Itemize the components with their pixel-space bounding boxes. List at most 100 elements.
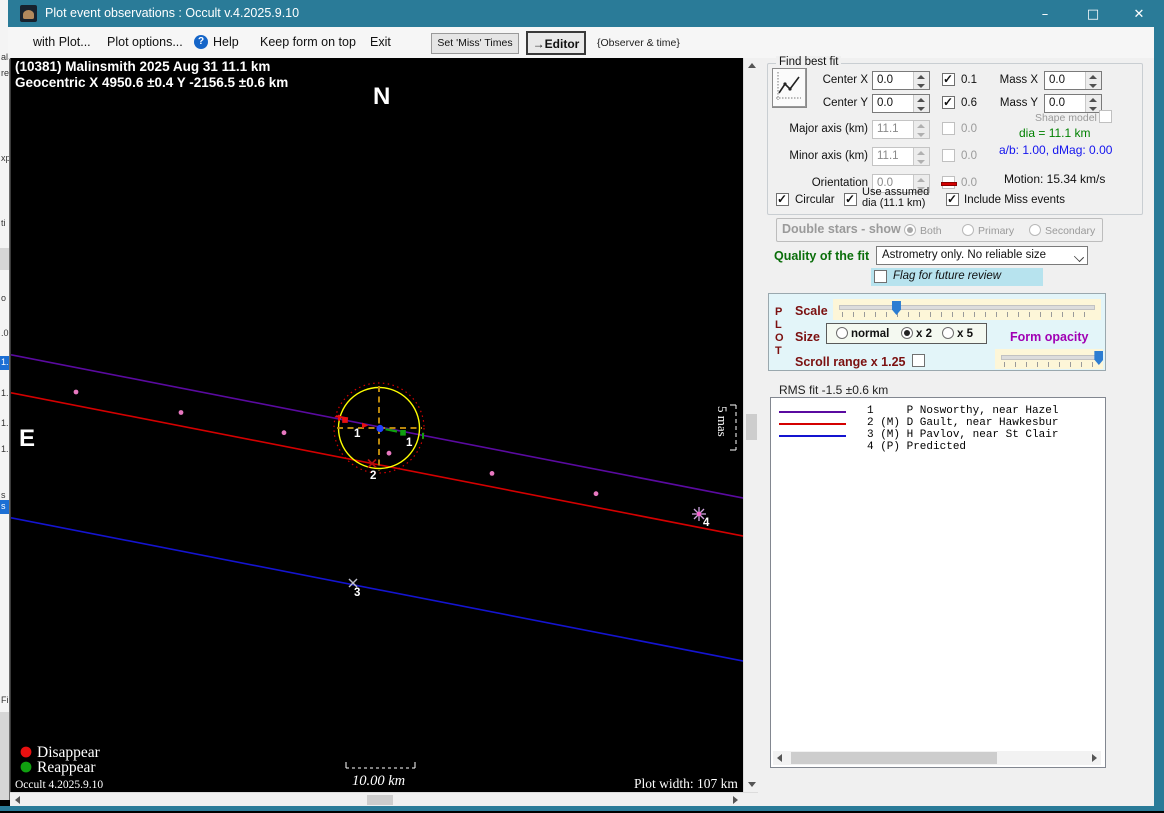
spin-down-icon[interactable] — [914, 80, 929, 89]
north-label: N — [373, 83, 390, 110]
plot-horizontal-scrollbar[interactable] — [10, 792, 758, 807]
list-scroll-thumb[interactable] — [791, 752, 997, 764]
mass-y-input[interactable]: 0.0 — [1044, 94, 1102, 113]
maximize-icon[interactable]: □ — [1072, 0, 1114, 27]
marker-label-2: 2 — [370, 470, 376, 482]
scroll-right-icon[interactable] — [1092, 754, 1097, 762]
editor-button[interactable]: →Editor — [526, 31, 586, 55]
minor-axis-step-label: 0.0 — [961, 150, 977, 162]
menu-with-plot[interactable]: with Plot... — [33, 35, 91, 49]
radio-secondary-label: Secondary — [1045, 225, 1096, 237]
spin-up-icon[interactable] — [1086, 95, 1101, 104]
flag-review-label: Flag for future review — [893, 270, 1002, 282]
step-x-checkbox[interactable] — [942, 72, 955, 86]
occult-plot-window: al re xp ti o .0 1. 1. 1. 1. s s Fil Plo… — [0, 0, 1164, 813]
center-y-input[interactable]: 0.0 — [872, 94, 930, 113]
spin-up-icon[interactable] — [914, 72, 929, 81]
east-label: E — [19, 425, 35, 452]
spin-down-icon[interactable] — [1086, 80, 1101, 89]
list-horizontal-scrollbar[interactable] — [773, 751, 1101, 765]
center-dot — [376, 424, 384, 433]
spin-down-icon[interactable] — [914, 103, 929, 112]
menu-help[interactable]: Help — [213, 35, 239, 49]
observer-row-3[interactable]: 3 (M) H Pavlov, near St Clair — [867, 429, 1058, 441]
center-x-input[interactable]: 0.0 — [872, 71, 930, 90]
occultation-plot[interactable]: 1 1 2 3 4 (10381) Malinsmith 2025 Aug 31… — [10, 58, 745, 792]
radio-size-x5[interactable] — [942, 327, 954, 339]
bg-fragment: Fil — [1, 695, 9, 705]
spin-up-icon[interactable] — [914, 95, 929, 104]
menu-exit[interactable]: Exit — [370, 35, 391, 49]
double-stars-label: Double stars - show — [782, 222, 901, 236]
titlebar[interactable]: Plot event observations : Occult v.4.202… — [8, 0, 1164, 27]
observer-row-1[interactable]: 1 P Nosworthy, near Hazel — [867, 405, 1058, 417]
set-miss-times-button[interactable]: Set 'Miss' Times — [431, 33, 519, 54]
quality-label: Quality of the fit — [774, 249, 870, 263]
circular-label: Circular — [795, 194, 835, 206]
help-icon[interactable] — [194, 35, 208, 49]
shape-model-label: Shape model — [1035, 112, 1097, 124]
orientation-label: Orientation — [811, 177, 868, 189]
window-title: Plot event observations : Occult v.4.202… — [45, 6, 300, 20]
minor-axis-input: 11.1 — [872, 147, 930, 166]
scroll-down-icon[interactable] — [748, 782, 756, 787]
mass-x-input[interactable]: 0.0 — [1044, 71, 1102, 90]
major-axis-step-label: 0.0 — [961, 123, 977, 135]
marker-label-1r: 1 — [406, 437, 413, 449]
major-axis-label: Major axis (km) — [789, 123, 868, 135]
include-miss-label: Include Miss events — [964, 194, 1065, 206]
radio-size-x2-label: x 2 — [916, 328, 932, 340]
plot-vertical-scrollbar[interactable] — [743, 58, 759, 792]
scroll-range-checkbox[interactable] — [912, 354, 925, 367]
form-opacity-label: Form opacity — [1010, 330, 1089, 344]
bg-fragment: xp — [1, 153, 9, 163]
minor-axis-label: Minor axis (km) — [789, 150, 868, 162]
radio-secondary — [1029, 224, 1041, 236]
bg-fragment: o — [1, 293, 7, 303]
rms-fit-label: RMS fit -1.5 ±0.6 km — [779, 383, 889, 397]
observer-row-2[interactable]: 2 (M) D Gault, near Hawkesbur — [867, 417, 1058, 429]
shape-model-checkbox[interactable] — [1099, 110, 1112, 123]
motion-text: Motion: 15.34 km/s — [1004, 172, 1106, 186]
plot-letter-t: T — [775, 345, 782, 357]
observations-list[interactable]: 1 P Nosworthy, near Hazel 2 (M) D Gault,… — [770, 397, 1106, 768]
radio-size-normal-label: normal — [851, 328, 890, 340]
spin-up-icon[interactable] — [1086, 72, 1101, 81]
hscroll-thumb[interactable] — [367, 795, 393, 805]
scale-slider[interactable] — [833, 299, 1101, 320]
scroll-right-icon[interactable] — [733, 796, 738, 804]
step-y-checkbox[interactable] — [942, 95, 955, 109]
chord3-legend-line — [779, 435, 846, 437]
chord2-legend-line — [779, 423, 846, 425]
scroll-range-label: Scroll range x 1.25 — [795, 355, 906, 369]
quality-combobox[interactable]: Astrometry only. No reliable size — [876, 246, 1088, 265]
bg-fragment: ti — [1, 218, 6, 228]
radio-size-x2[interactable] — [901, 327, 913, 339]
flag-review-checkbox[interactable] — [874, 270, 887, 283]
step-y-label: 0.6 — [961, 97, 977, 109]
scroll-up-icon[interactable] — [748, 63, 756, 68]
radio-primary — [962, 224, 974, 236]
radio-size-normal[interactable] — [836, 327, 848, 339]
menu-plot-options[interactable]: Plot options... — [107, 35, 183, 49]
scroll-left-icon[interactable] — [777, 754, 782, 762]
opacity-slider[interactable] — [995, 349, 1104, 369]
radio-primary-label: Primary — [978, 225, 1015, 237]
menu-keep-on-top[interactable]: Keep form on top — [260, 35, 356, 49]
center-x-label: Center X — [822, 74, 868, 86]
background-window-sliver: al re xp ti o .0 1. 1. 1. 1. s s Fil — [0, 0, 10, 800]
orientation-step-label: 0.0 — [961, 177, 977, 189]
window-border-right — [1154, 0, 1164, 806]
bg-fragment: s — [1, 501, 6, 511]
vscroll-thumb[interactable] — [746, 414, 757, 440]
use-assumed-checkbox[interactable] — [844, 192, 857, 206]
scroll-left-icon[interactable] — [15, 796, 20, 804]
bg-fragment: s — [1, 490, 6, 500]
circular-checkbox[interactable] — [776, 192, 789, 206]
minimize-icon[interactable]: – — [1024, 0, 1066, 27]
major-axis-step-checkbox — [942, 122, 955, 135]
bg-fragment: .0 — [1, 328, 9, 338]
radio-both — [904, 224, 916, 236]
observer-row-4[interactable]: 4 (P) Predicted — [867, 441, 966, 453]
include-miss-checkbox[interactable] — [946, 192, 959, 206]
